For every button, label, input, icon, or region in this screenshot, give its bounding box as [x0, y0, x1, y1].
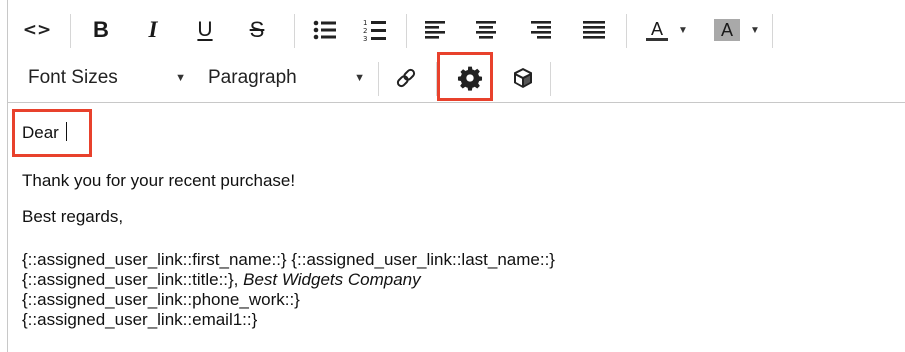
- thanks-paragraph: Thank you for your recent purchase!: [22, 171, 296, 190]
- background-color-icon: A: [714, 19, 741, 41]
- insert-link-button[interactable]: [388, 56, 424, 100]
- font-sizes-label: Font Sizes: [28, 67, 118, 88]
- signature-title-line: {::assigned_user_link::title::}, Best Wi…: [22, 270, 555, 290]
- closing-paragraph: Best regards,: [22, 207, 124, 226]
- chevron-down-icon: ▼: [175, 72, 186, 84]
- svg-text:1: 1: [363, 19, 367, 27]
- bold-icon: B: [93, 17, 109, 42]
- justify-button[interactable]: [576, 8, 612, 52]
- bold-button[interactable]: B: [84, 8, 118, 52]
- link-icon: [396, 68, 416, 88]
- settings-button-highlight: [437, 52, 493, 101]
- toolbar-divider: [378, 62, 379, 96]
- toolbar-divider: [626, 14, 627, 48]
- toolbar-divider: [70, 14, 71, 48]
- underline-button[interactable]: U: [188, 8, 222, 52]
- align-right-icon: [531, 21, 551, 39]
- editor-toolbar: <> B I U S 1 2 3 A ▼ A ▼ Font Sizes ▼ Pa…: [8, 0, 905, 103]
- toolbar-divider: [550, 62, 551, 96]
- bullet-list-button[interactable]: [306, 8, 344, 52]
- rich-text-editor: <> B I U S 1 2 3 A ▼ A ▼ Font Sizes ▼ Pa…: [7, 0, 905, 352]
- signature-email-line: {::assigned_user_link::email1::}: [22, 310, 258, 329]
- signature-company: Best Widgets Company: [243, 270, 421, 289]
- font-sizes-dropdown[interactable]: Font Sizes ▼: [28, 56, 186, 100]
- bullet-list-icon: [313, 20, 336, 40]
- signature-name-line: {::assigned_user_link::first_name::} {::…: [22, 250, 555, 269]
- cube-icon: [514, 68, 532, 88]
- source-code-button[interactable]: <>: [22, 8, 52, 52]
- svg-text:3: 3: [363, 35, 367, 42]
- text-color-icon: A: [646, 20, 669, 41]
- italic-button[interactable]: I: [136, 8, 170, 52]
- underline-icon: U: [197, 18, 213, 41]
- strikethrough-icon: S: [249, 17, 265, 42]
- signature-block: {::assigned_user_link::first_name::} {::…: [22, 250, 555, 330]
- code-icon: <>: [22, 20, 52, 40]
- format-dropdown[interactable]: Paragraph ▼: [208, 56, 365, 100]
- svg-text:2: 2: [363, 27, 367, 35]
- align-center-icon: [476, 21, 496, 39]
- chevron-down-icon: ▼: [354, 72, 365, 84]
- strikethrough-button[interactable]: S: [240, 8, 274, 52]
- align-left-icon: [425, 21, 445, 39]
- justify-icon: [583, 21, 605, 39]
- signature-title-variable: {::assigned_user_link::title::},: [22, 270, 244, 289]
- numbered-list-button[interactable]: 1 2 3: [356, 8, 394, 52]
- greeting-highlight: [12, 109, 92, 157]
- format-label: Paragraph: [208, 67, 297, 88]
- text-color-button[interactable]: A ▼: [638, 8, 696, 52]
- chevron-down-icon: ▼: [750, 24, 760, 36]
- background-color-button[interactable]: A ▼: [708, 8, 766, 52]
- toolbar-divider: [406, 14, 407, 48]
- signature-phone-line: {::assigned_user_link::phone_work::}: [22, 290, 300, 309]
- toolbar-divider: [772, 14, 773, 48]
- toolbar-divider: [294, 14, 295, 48]
- align-center-button[interactable]: [468, 8, 504, 52]
- italic-icon: I: [148, 17, 158, 42]
- chevron-down-icon: ▼: [678, 24, 688, 36]
- align-right-button[interactable]: [522, 8, 558, 52]
- insert-widget-button[interactable]: [498, 56, 548, 100]
- align-left-button[interactable]: [418, 8, 454, 52]
- numbered-list-icon: 1 2 3: [363, 19, 386, 42]
